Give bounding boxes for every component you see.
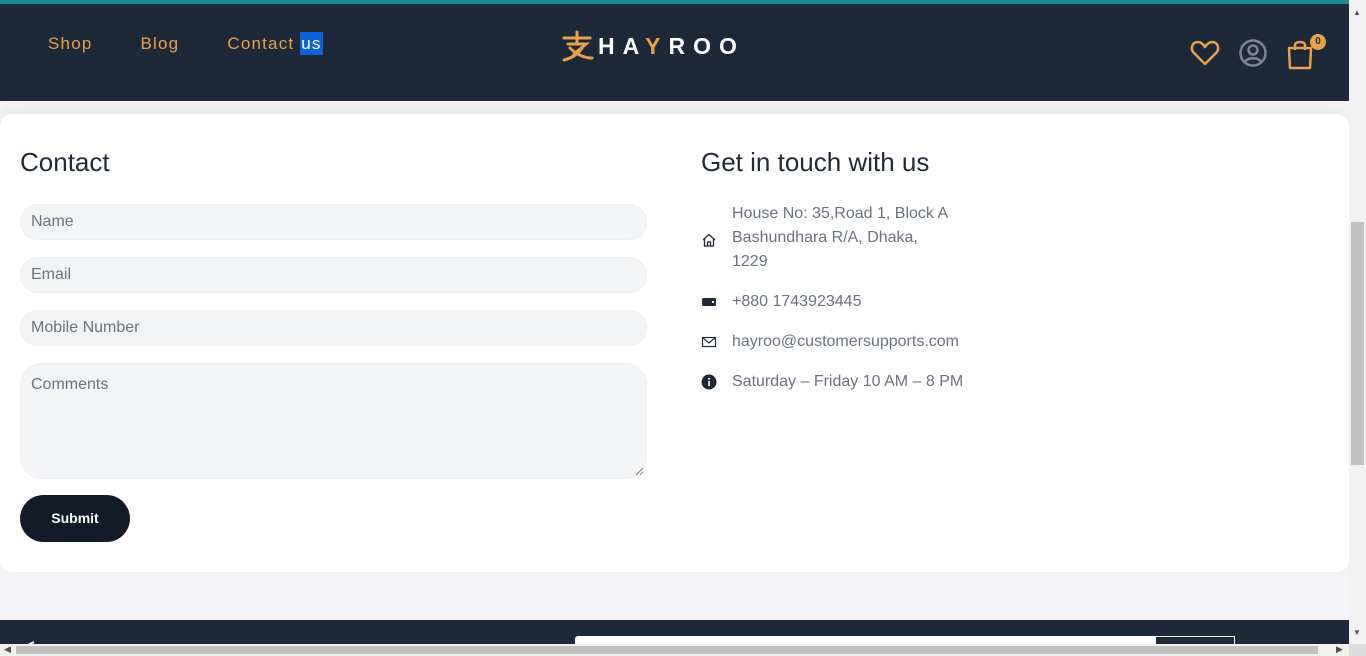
address-line-3: 1229 <box>732 253 768 270</box>
submit-button[interactable]: Submit <box>20 495 130 542</box>
logo-text-part-2: Y <box>645 32 669 59</box>
name-input[interactable]: Name <box>20 204 647 240</box>
user-account-icon[interactable] <box>1238 38 1268 70</box>
cart-count-badge: 0 <box>1310 34 1326 50</box>
email-text: hayroo@customersupports.com <box>732 333 959 350</box>
scrollbar-corner <box>1349 644 1366 656</box>
horizontal-scroll-thumb[interactable] <box>16 646 1318 654</box>
logo-text-part-1: HA <box>598 32 646 59</box>
address-line-1: House No: 35,Road 1, Block A <box>732 205 949 222</box>
comments-placeholder: Comments <box>31 376 109 393</box>
email-input[interactable]: Email <box>20 257 647 293</box>
scroll-right-arrow-icon[interactable]: ▶ <box>1336 644 1343 655</box>
scroll-down-arrow-icon[interactable]: ▼ <box>1353 628 1361 637</box>
scroll-up-arrow-icon[interactable]: ▲ <box>1353 8 1361 17</box>
nav-contact-us[interactable]: Contact us <box>227 32 323 55</box>
resize-grip-icon[interactable] <box>635 467 644 476</box>
phone-item: +880 1743923445 <box>701 290 861 314</box>
email-item: hayroo@customersupports.com <box>701 330 959 354</box>
shopping-bag-icon[interactable]: 0 <box>1286 34 1326 70</box>
get-in-touch-title: Get in touch with us <box>701 147 930 177</box>
info-icon <box>701 374 717 390</box>
home-icon <box>702 233 716 247</box>
phone-device-icon <box>702 298 716 306</box>
contact-title: Contact <box>20 147 110 177</box>
nav-blog[interactable]: Blog <box>141 34 180 54</box>
logo-mark-icon <box>562 30 594 62</box>
phone-text: +880 1743923445 <box>732 293 862 310</box>
logo-wordmark: HAYROO <box>598 33 745 60</box>
hours-text: Saturday – Friday 10 AM – 8 PM <box>732 373 964 390</box>
logo-text-part-3: ROO <box>668 32 745 59</box>
hours-item: Saturday – Friday 10 AM – 8 PM <box>701 370 963 394</box>
address-line-2: Bashundhara R/A, Dhaka, <box>732 229 918 246</box>
scroll-left-arrow-icon[interactable]: ◀ <box>4 644 11 655</box>
site-logo[interactable]: HAYROO <box>560 30 745 62</box>
nav-contact-label: Contact <box>227 34 301 53</box>
vertical-scroll-thumb[interactable] <box>1351 222 1364 465</box>
site-header: Shop Blog Contact us HAYROO 0 <box>0 4 1349 101</box>
wishlist-heart-icon[interactable] <box>1190 38 1220 70</box>
vertical-scrollbar[interactable]: ▲ ▼ <box>1349 0 1366 644</box>
address-text: House No: 35,Road 1, Block A Bashundhara… <box>732 202 948 274</box>
header-actions: 0 <box>1190 34 1326 70</box>
main-nav: Shop Blog Contact us <box>48 32 323 55</box>
mobile-number-input[interactable]: Mobile Number <box>20 310 647 346</box>
nav-contact-selected-text: us <box>300 32 323 55</box>
comments-textarea[interactable]: Comments <box>20 363 647 479</box>
mail-icon <box>701 336 717 348</box>
nav-shop[interactable]: Shop <box>48 34 93 54</box>
horizontal-scrollbar[interactable]: ◀ ▶ <box>0 644 1349 656</box>
address-item: House No: 35,Road 1, Block A Bashundhara… <box>701 202 948 274</box>
